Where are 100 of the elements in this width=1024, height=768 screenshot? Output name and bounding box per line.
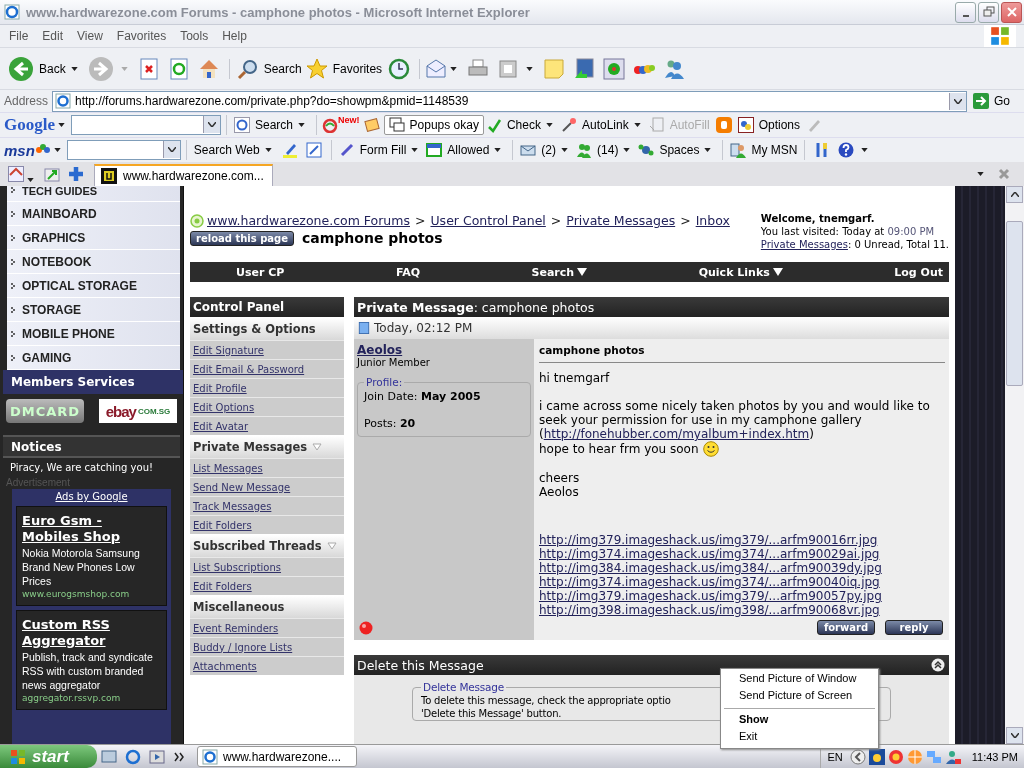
scrollbar[interactable]	[1005, 186, 1024, 744]
caret-icon[interactable]	[633, 123, 641, 127]
options-button[interactable]: Options	[735, 117, 803, 133]
edit-icon[interactable]	[305, 142, 322, 158]
search-button[interactable]: Search	[232, 117, 296, 133]
caret-icon[interactable]	[561, 148, 569, 152]
message-button[interactable]: forward	[817, 620, 875, 635]
ad-title-link[interactable]: Euro Gsm - Mobiles Shop	[22, 513, 161, 545]
spaces-button[interactable]: Spaces	[636, 142, 702, 158]
browser-tab[interactable]: www.hardwarezone.com...	[94, 164, 273, 186]
caret-icon[interactable]	[861, 148, 869, 152]
menu-item[interactable]: File	[2, 29, 36, 43]
mail-button[interactable]: (2)	[518, 142, 559, 158]
caret-icon[interactable]	[58, 123, 65, 127]
caret-icon[interactable]	[411, 148, 419, 152]
caret-icon[interactable]	[298, 123, 306, 127]
panel-link[interactable]: Buddy / Ignore Lists	[190, 637, 344, 656]
plus-icon[interactable]	[68, 166, 84, 182]
collapse-icon[interactable]	[931, 658, 945, 672]
category-item[interactable]: MAINBOARD	[7, 202, 180, 226]
category-item[interactable]: OPTICAL STORAGE	[7, 274, 180, 298]
nav-link[interactable]: Log Out	[894, 265, 943, 279]
scroll-up-button[interactable]	[1006, 186, 1023, 203]
caret-icon[interactable]	[977, 172, 984, 176]
home-icon[interactable]	[8, 166, 24, 182]
nav-link[interactable]: Search	[531, 265, 588, 279]
category-item[interactable]: NOTEBOOK	[7, 250, 180, 274]
caret-icon[interactable]	[70, 66, 78, 71]
swirl-icon[interactable]	[322, 117, 339, 133]
search-button[interactable]: Search	[234, 57, 304, 80]
taskbar-button[interactable]: www.hardwarezone....	[197, 746, 357, 767]
breadcrumb-link[interactable]: Private Messages	[566, 213, 676, 228]
reload-button[interactable]: reload this page	[190, 230, 294, 246]
msn-logo[interactable]: msn	[4, 141, 35, 159]
breadcrumb-link[interactable]: www.hardwarezone.com Forums	[207, 213, 410, 228]
panel-link[interactable]: Edit Email & Password	[190, 359, 344, 378]
blog-icon[interactable]	[715, 117, 732, 133]
my-msn-button[interactable]: My MSN	[728, 142, 800, 158]
media-icon[interactable]	[149, 748, 165, 765]
stop-icon[interactable]	[137, 57, 160, 80]
author-link[interactable]: Aeolos	[357, 343, 403, 357]
menu-item[interactable]: View	[70, 29, 110, 43]
panel-link[interactable]: Track Messages	[190, 496, 344, 515]
browser-icon[interactable]	[125, 748, 141, 765]
dropdown-button[interactable]	[949, 92, 966, 110]
panel-link[interactable]: Edit Signature	[190, 340, 344, 359]
refresh-icon[interactable]	[167, 57, 190, 80]
panel-link[interactable]: Edit Profile	[190, 378, 344, 397]
category-item[interactable]: TECH GUIDES	[7, 186, 180, 202]
panel-link[interactable]: Event Reminders	[190, 618, 344, 637]
help-icon[interactable]	[838, 142, 855, 158]
nav-link[interactable]: FAQ	[395, 265, 420, 279]
panel-link[interactable]: Edit Folders	[190, 576, 344, 595]
caret-icon[interactable]	[264, 148, 272, 152]
panel-link[interactable]: Edit Avatar	[190, 416, 344, 435]
autolink-button[interactable]: AutoLink	[558, 117, 631, 133]
notes-icon[interactable]	[363, 117, 380, 133]
back-button[interactable]: Back	[6, 55, 68, 82]
scroll-down-button[interactable]	[1006, 727, 1023, 744]
nav-link[interactable]: Quick Links	[698, 265, 783, 279]
dropdown-button[interactable]	[203, 116, 220, 133]
caret-icon[interactable]	[545, 123, 553, 127]
breadcrumb-link[interactable]: Inbox	[695, 213, 730, 228]
section-header[interactable]: Subscribed Threads	[190, 534, 344, 557]
caret-icon[interactable]	[494, 148, 502, 152]
search-web-button[interactable]: Search Web	[191, 143, 262, 157]
panel-link[interactable]: Attachments	[190, 656, 344, 675]
menu-item[interactable]: Favorites	[109, 29, 174, 43]
menu-item[interactable]: Show	[721, 712, 878, 729]
panel-link[interactable]: Edit Options	[190, 397, 344, 416]
caret-icon[interactable]	[526, 66, 534, 71]
caret-icon[interactable]	[623, 148, 631, 152]
favorites-button[interactable]: Favorites	[303, 57, 385, 80]
highlighter-icon[interactable]	[281, 142, 298, 158]
menu-item[interactable]: Edit	[35, 29, 71, 43]
ads-link[interactable]: Ads by Google	[16, 491, 167, 502]
image-link[interactable]: http://img398.imageshack.us/img398/...arfm90068vr.jpg	[539, 603, 880, 617]
contacts-button[interactable]: (14)	[574, 142, 621, 158]
language-indicator[interactable]: EN	[827, 750, 843, 763]
caret-icon[interactable]	[450, 66, 458, 71]
search-field[interactable]	[71, 115, 221, 135]
panel-link[interactable]: Send New Message	[190, 477, 344, 496]
image-link[interactable]: http://img384.imageshack.us/img384/...arfm90039dy.jpg	[539, 561, 882, 575]
target-icon[interactable]	[887, 748, 904, 765]
category-item[interactable]: STORAGE	[7, 298, 180, 322]
section-header[interactable]: Settings & Options	[190, 317, 344, 340]
image-link[interactable]: http://img374.imageshack.us/img374/...arfm90029ai.jpg	[539, 547, 880, 561]
popups-button[interactable]: Popups okay	[383, 115, 484, 135]
sun-icon[interactable]	[868, 748, 885, 765]
menu-item[interactable]: Exit	[721, 729, 878, 746]
allowed-button[interactable]: Allowed	[424, 142, 492, 158]
panel-link[interactable]: Edit Folders	[190, 515, 344, 534]
go-button[interactable]: Go	[971, 93, 1020, 109]
image-link[interactable]: http://img379.imageshack.us/img379/...arfm90057py.jpg	[539, 589, 882, 603]
caret-icon[interactable]	[53, 148, 61, 152]
user-icon[interactable]	[944, 748, 961, 765]
dropdown-button[interactable]	[162, 141, 180, 158]
image-link[interactable]: http://img374.imageshack.us/img374/...arfm90040iq.jpg	[539, 575, 880, 589]
close-button[interactable]	[1001, 1, 1022, 23]
category-item[interactable]: GRAPHICS	[7, 226, 180, 250]
